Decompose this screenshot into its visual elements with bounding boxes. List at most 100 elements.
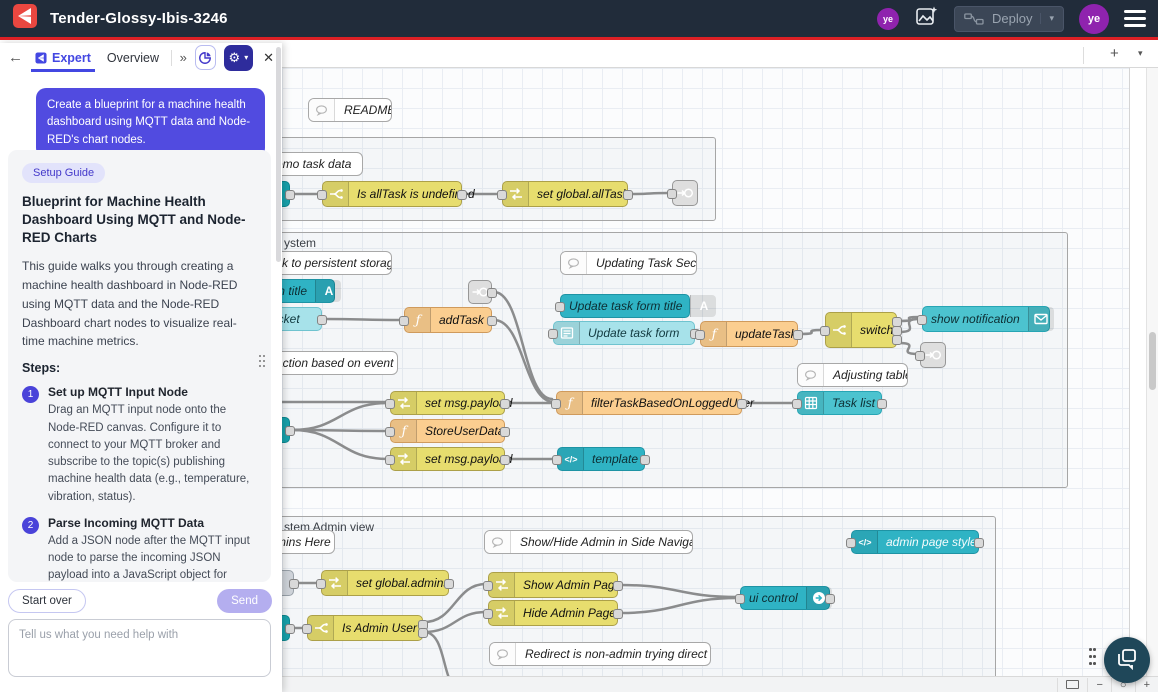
input-port[interactable] [667, 189, 677, 199]
back-arrow-icon[interactable]: ← [8, 49, 23, 66]
input-port[interactable] [483, 581, 493, 591]
input-port[interactable] [552, 455, 562, 465]
output-port[interactable] [317, 315, 327, 325]
settings-dropdown-button[interactable]: ⚙ ▾ [224, 45, 253, 71]
output-port[interactable] [877, 399, 887, 409]
deploy-button[interactable]: Deploy ▾ [954, 6, 1064, 32]
group-demo-task[interactable] [276, 137, 716, 221]
input-port[interactable] [317, 190, 327, 200]
chat-input[interactable] [8, 619, 271, 677]
node-switch[interactable]: switch [825, 312, 897, 348]
node-show-notification[interactable]: show notification [922, 306, 1050, 332]
input-port[interactable] [497, 190, 507, 200]
node-StoreUserData[interactable]: ƒStoreUserData [390, 419, 505, 443]
canvas-vertical-scrollbar[interactable] [1146, 68, 1158, 676]
main-menu-icon[interactable] [1124, 10, 1146, 27]
output-port[interactable] [457, 190, 467, 200]
node-update-form-title[interactable]: Update task form titleA [560, 294, 690, 318]
output-port[interactable] [285, 190, 295, 200]
zoom-out-button[interactable]: − [1087, 678, 1110, 692]
output-port[interactable] [500, 455, 510, 465]
output-port[interactable] [285, 624, 295, 634]
insights-button[interactable] [195, 45, 216, 70]
output-port[interactable] [613, 581, 623, 591]
send-button[interactable]: Send [217, 589, 272, 613]
node-addTask[interactable]: ƒaddTask [404, 307, 492, 333]
output-port[interactable] [289, 579, 299, 589]
node-link-out-1[interactable] [672, 180, 698, 206]
drag-handle-dots[interactable] [1089, 648, 1099, 668]
assistant-chat-button[interactable] [1104, 637, 1150, 683]
tab-expert[interactable]: Expert [31, 43, 95, 72]
node-task-list[interactable]: Task list [797, 391, 882, 415]
flowfuse-logo-icon[interactable] [12, 3, 38, 34]
sidebar-scrollbar-handle[interactable] [276, 47, 281, 262]
node-set-global-alltask[interactable]: set global.allTask [502, 181, 628, 207]
node-link-junction[interactable] [468, 280, 492, 304]
output-port[interactable] [974, 538, 984, 548]
input-port[interactable] [820, 326, 830, 336]
scrollbar-handle[interactable] [1149, 332, 1156, 390]
flow-list-caret-icon[interactable]: ▾ [1138, 48, 1143, 59]
output-port[interactable] [487, 288, 497, 298]
output-port[interactable] [444, 579, 454, 589]
output-port[interactable] [640, 455, 650, 465]
collaborator-avatar[interactable]: ye [877, 8, 899, 30]
input-port[interactable] [551, 399, 561, 409]
output-port[interactable] [825, 594, 835, 604]
node-filterTask[interactable]: ƒfilterTaskBasedOnLoggedUser [556, 391, 742, 415]
comment-node[interactable]: action based on event [266, 351, 398, 375]
input-port[interactable] [316, 579, 326, 589]
start-over-button[interactable]: Start over [8, 589, 86, 613]
tab-overview[interactable]: Overview [103, 43, 163, 72]
minimap-button[interactable] [1057, 678, 1087, 692]
input-port[interactable] [399, 316, 409, 326]
node-show-admin-page[interactable]: Show Admin Page [488, 572, 618, 598]
input-port[interactable] [735, 594, 745, 604]
input-port[interactable] [302, 624, 312, 634]
output-port[interactable] [500, 427, 510, 437]
output-port[interactable] [737, 399, 747, 409]
node-is-alltask-undefined[interactable]: Is allTask is undefined [322, 181, 462, 207]
ai-image-icon[interactable] [914, 4, 939, 34]
input-port[interactable] [483, 609, 493, 619]
node-is-admin-user[interactable]: Is Admin User? [307, 615, 423, 641]
comment-node[interactable]: Adjusting table [797, 363, 908, 387]
output-port[interactable] [613, 609, 623, 619]
comment-node[interactable]: sk to persistent storage [266, 251, 392, 275]
output-port[interactable] [418, 628, 428, 638]
input-port[interactable] [915, 351, 925, 361]
input-port[interactable] [548, 329, 558, 339]
node-updateTask[interactable]: ƒupdateTask [700, 321, 798, 347]
input-port[interactable] [555, 302, 565, 312]
output-port[interactable] [285, 426, 295, 436]
input-port[interactable] [917, 315, 927, 325]
user-avatar[interactable]: ye [1079, 4, 1109, 34]
node-link-out-2[interactable] [920, 342, 946, 368]
input-port[interactable] [792, 399, 802, 409]
close-sidebar-icon[interactable]: ✕ [263, 50, 274, 66]
node-hide-admin-page[interactable]: Hide Admin Page [488, 600, 618, 626]
input-port[interactable] [385, 455, 395, 465]
add-flow-button[interactable]: + [1110, 45, 1119, 62]
node-template[interactable]: </>template [557, 447, 645, 471]
overflow-tabs-icon[interactable]: » [180, 50, 187, 65]
input-port[interactable] [385, 427, 395, 437]
panel-resize-grip[interactable] [259, 355, 267, 370]
node-ui-control[interactable]: ui control [740, 586, 830, 610]
input-port[interactable] [695, 330, 705, 340]
node-set-msg-payload-1[interactable]: set msg.payload [390, 391, 505, 415]
comment-node[interactable]: README [308, 98, 392, 122]
comment-node[interactable]: Show/Hide Admin in Side Navigation [484, 530, 693, 554]
output-port[interactable] [487, 316, 497, 326]
node-update-task-form[interactable]: Update task form [553, 321, 695, 345]
deploy-caret-icon[interactable]: ▾ [1040, 13, 1054, 24]
node-admin-page-style[interactable]: </>admin page style [851, 530, 979, 554]
node-set-global-admins[interactable]: set global.admins [321, 570, 449, 596]
output-port[interactable] [500, 399, 510, 409]
comment-node[interactable]: Redirect is non-admin trying direct acce… [489, 642, 711, 666]
node-set-msg-payload-2[interactable]: set msg.payload [390, 447, 505, 471]
input-port[interactable] [385, 399, 395, 409]
output-port[interactable] [793, 330, 803, 340]
comment-node[interactable]: Updating Task Securely [560, 251, 697, 275]
